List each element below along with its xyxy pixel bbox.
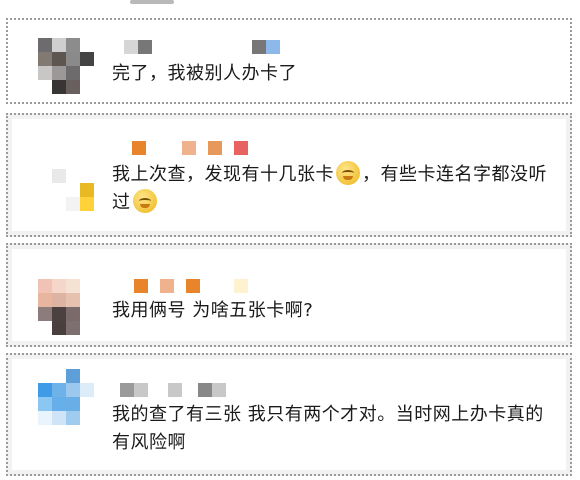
avatar[interactable] <box>38 38 94 94</box>
username-blurred[interactable] <box>134 279 248 293</box>
smile-face-emoji <box>336 161 360 185</box>
comment-text: 我的查了有三张 我只有两个才对。当时网上办卡真的有风险啊 <box>112 404 544 453</box>
comment-text: 我上次查，发现有十几张卡 ，有些卡连名字都没听过 <box>112 161 556 217</box>
username-blurred[interactable] <box>132 141 248 155</box>
status-bar-fragment <box>130 0 174 4</box>
comment-text: 完了，我被别人办卡了 <box>112 63 297 84</box>
username-blurred[interactable] <box>120 383 226 397</box>
username-blurred[interactable] <box>124 40 280 54</box>
comment-card-4[interactable]: 我的查了有三张 我只有两个才对。当时网上办卡真的有风险啊 <box>6 353 572 476</box>
avatar[interactable] <box>38 155 94 211</box>
avatar[interactable] <box>38 369 94 425</box>
avatar[interactable] <box>38 279 94 335</box>
comment-card-1[interactable]: 完了，我被别人办卡了 <box>6 18 572 104</box>
smile-face-emoji <box>132 189 157 213</box>
comment-card-3[interactable]: 我用俩号 为啥五张卡啊? <box>6 243 572 347</box>
comment-text: 我用俩号 为啥五张卡啊? <box>112 300 314 321</box>
comment-card-2[interactable]: 我上次查，发现有十几张卡 ，有些卡连名字都没听过 <box>6 113 572 237</box>
